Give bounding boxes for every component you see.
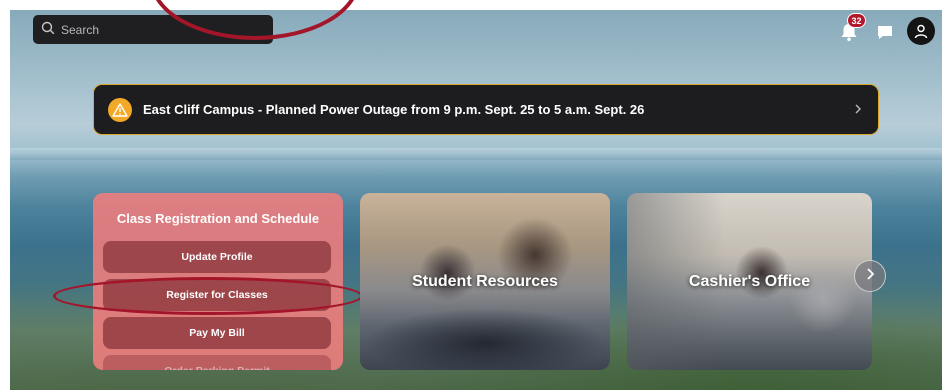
update-profile-button[interactable]: Update Profile xyxy=(103,241,331,273)
alert-text: East Cliff Campus - Planned Power Outage… xyxy=(143,102,645,117)
annotation-ellipse xyxy=(53,277,363,315)
tile-label: Student Resources xyxy=(412,272,558,290)
search-icon xyxy=(41,21,55,38)
user-icon[interactable] xyxy=(907,17,935,45)
carousel-next-button[interactable] xyxy=(854,260,886,292)
chevron-right-icon[interactable] xyxy=(854,102,862,119)
student-resources-tile[interactable]: Student Resources xyxy=(360,193,610,370)
notification-badge: 32 xyxy=(847,13,866,28)
chat-icon[interactable] xyxy=(875,23,895,41)
chevron-right-icon xyxy=(865,267,875,286)
pay-my-bill-button[interactable]: Pay My Bill xyxy=(103,317,331,349)
card-title: Class Registration and Schedule xyxy=(116,211,320,226)
alert-banner[interactable]: East Cliff Campus - Planned Power Outage… xyxy=(93,84,879,135)
horizon xyxy=(10,148,942,160)
tile-label: Cashier's Office xyxy=(688,272,811,290)
warning-icon xyxy=(108,97,132,122)
order-parking-permit-button[interactable]: Order Parking Permit xyxy=(103,355,331,370)
cashiers-office-tile[interactable]: Cashier's Office xyxy=(627,193,872,370)
